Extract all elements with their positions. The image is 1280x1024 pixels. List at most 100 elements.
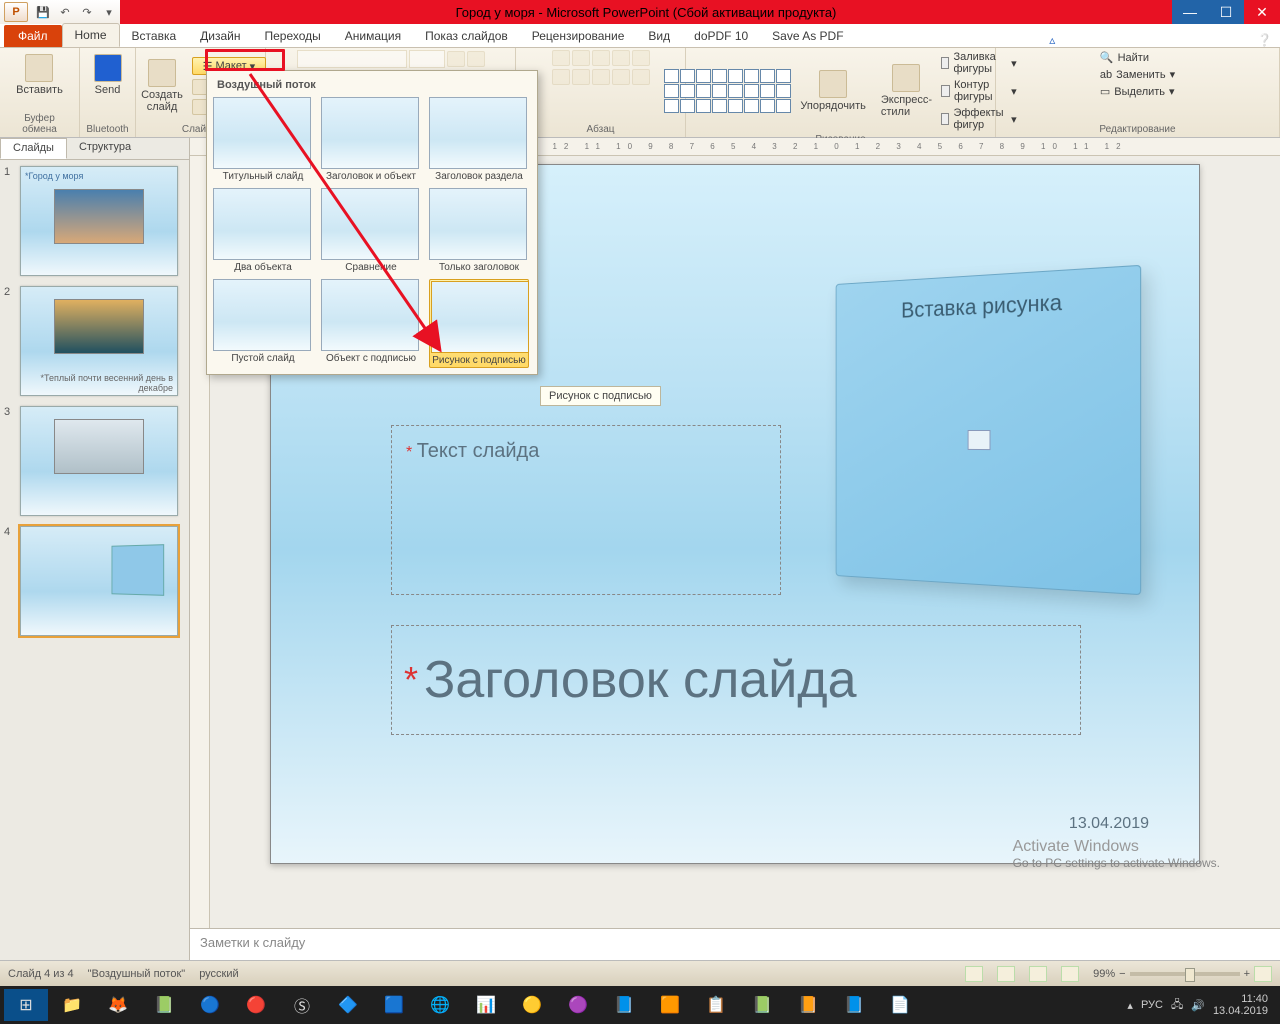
font-name-select[interactable] (297, 50, 407, 68)
layout-title-only[interactable]: Только заголовок (429, 188, 529, 273)
insert-picture-icon[interactable] (968, 430, 991, 450)
layout-two-content[interactable]: Два объекта (213, 188, 313, 273)
taskbar-app7-icon[interactable]: 📘 (602, 989, 646, 1021)
taskbar-app3-icon[interactable]: 🔷 (326, 989, 370, 1021)
notes-pane[interactable]: Заметки к слайду (190, 928, 1280, 960)
tray-volume-icon[interactable]: 🔊 (1191, 999, 1205, 1012)
view-reading-icon[interactable] (1029, 966, 1047, 982)
taskbar-explorer-icon[interactable]: 📁 (50, 989, 94, 1021)
tab-insert[interactable]: Вставка (120, 25, 189, 47)
taskbar-powerpoint-icon[interactable]: 📙 (786, 989, 830, 1021)
justify-icon[interactable] (612, 69, 630, 85)
save-icon[interactable]: 💾 (34, 3, 52, 21)
taskbar: ⊞ 📁 🦊 📗 🔵 🔴 Ⓢ 🔷 🟦 🌐 📊 🟡 🟣 📘 🟧 📋 📗 📙 📘 📄 … (0, 986, 1280, 1024)
tab-review[interactable]: Рецензирование (520, 25, 637, 47)
font-size-select[interactable] (409, 50, 445, 68)
tab-dopdf[interactable]: doPDF 10 (682, 25, 760, 47)
tray-clock[interactable]: 11:40 13.04.2019 (1213, 993, 1268, 1017)
help-icon[interactable]: ❔ (1249, 33, 1280, 47)
title-placeholder[interactable]: *Заголовок слайда (391, 625, 1081, 735)
layout-title-slide[interactable]: Титульный слайд (213, 97, 313, 182)
taskbar-skype-icon[interactable]: Ⓢ (280, 989, 324, 1021)
select-button[interactable]: ▭ Выделить ▾ (1100, 84, 1175, 99)
columns-icon[interactable] (632, 69, 650, 85)
thumb-4[interactable]: 4 (4, 526, 185, 636)
status-lang[interactable]: русский (199, 968, 238, 980)
qat-more-icon[interactable]: ▾ (100, 3, 118, 21)
body-placeholder[interactable]: * Текст слайда (391, 425, 781, 595)
bullets-icon[interactable] (552, 50, 570, 66)
linespacing-icon[interactable] (632, 50, 650, 66)
thumb-1[interactable]: 1*Город у моря (4, 166, 185, 276)
maximize-button[interactable]: ☐ (1208, 0, 1244, 24)
taskbar-viber-icon[interactable]: 🟣 (556, 989, 600, 1021)
view-slideshow-icon[interactable] (1061, 966, 1079, 982)
send-button[interactable]: Send (88, 50, 128, 100)
indent-inc-icon[interactable] (612, 50, 630, 66)
tab-view[interactable]: Вид (636, 25, 682, 47)
shrink-font-icon[interactable] (467, 51, 485, 67)
taskbar-chrome-icon[interactable]: 🟡 (510, 989, 554, 1021)
indent-dec-icon[interactable] (592, 50, 610, 66)
tab-outline[interactable]: Структура (67, 138, 143, 159)
view-normal-icon[interactable] (965, 966, 983, 982)
tab-home[interactable]: Home (62, 23, 120, 47)
layout-content-caption[interactable]: Объект с подписью (321, 279, 421, 368)
tray-lang[interactable]: РУС (1141, 999, 1163, 1011)
tab-saveaspdf[interactable]: Save As PDF (760, 25, 855, 47)
quick-styles-button[interactable]: Экспресс-стили (875, 60, 938, 122)
layout-section-header[interactable]: Заголовок раздела (429, 97, 529, 182)
ribbon-minimize-icon[interactable]: ▵ (1041, 33, 1063, 47)
redo-icon[interactable]: ↷ (78, 3, 96, 21)
picture-placeholder[interactable]: Вставка рисунка (836, 265, 1142, 595)
numbering-icon[interactable] (572, 50, 590, 66)
close-button[interactable]: ✕ (1244, 0, 1280, 24)
paste-button[interactable]: Вставить (10, 50, 69, 100)
thumb-3[interactable]: 3 (4, 406, 185, 516)
align-left-icon[interactable] (552, 69, 570, 85)
new-slide-button[interactable]: Создать слайд (135, 55, 189, 117)
tab-slideshow[interactable]: Показ слайдов (413, 25, 520, 47)
fit-to-window-icon[interactable] (1254, 966, 1272, 982)
tray-expand-icon[interactable]: ▴ (1127, 999, 1133, 1012)
taskbar-app6-icon[interactable]: 📊 (464, 989, 508, 1021)
taskbar-opera-icon[interactable]: 🔴 (234, 989, 278, 1021)
arrange-button[interactable]: Упорядочить (794, 66, 871, 116)
replace-button[interactable]: ab Заменить ▾ (1100, 67, 1175, 82)
tab-design[interactable]: Дизайн (188, 25, 252, 47)
tab-transitions[interactable]: Переходы (252, 25, 332, 47)
layout-picture-caption[interactable]: Рисунок с подписью (429, 279, 529, 368)
tray-network-icon[interactable]: 🖧 (1171, 996, 1183, 1015)
minimize-button[interactable]: — (1172, 0, 1208, 24)
shapes-gallery[interactable] (664, 69, 791, 113)
taskbar-app1-icon[interactable]: 📗 (142, 989, 186, 1021)
file-tab[interactable]: Файл (4, 25, 62, 47)
view-sorter-icon[interactable] (997, 966, 1015, 982)
tab-animation[interactable]: Анимация (333, 25, 413, 47)
taskbar-app5-icon[interactable]: 🌐 (418, 989, 462, 1021)
layout-title-content[interactable]: Заголовок и объект (321, 97, 421, 182)
taskbar-app10-icon[interactable]: 📄 (878, 989, 922, 1021)
find-button[interactable]: 🔍 Найти (1100, 50, 1175, 65)
align-center-icon[interactable] (572, 69, 590, 85)
zoom-slider[interactable] (1130, 972, 1240, 976)
thumb-2[interactable]: 2*Теплый почти весенний день в декабре (4, 286, 185, 396)
window-title: Город у моря - Microsoft PowerPoint (Сбо… (456, 5, 837, 20)
taskbar-firefox-icon[interactable]: 🦊 (96, 989, 140, 1021)
undo-icon[interactable]: ↶ (56, 3, 74, 21)
align-right-icon[interactable] (592, 69, 610, 85)
taskbar-app9-icon[interactable]: 📋 (694, 989, 738, 1021)
taskbar-word-icon[interactable]: 📘 (832, 989, 876, 1021)
taskbar-app8-icon[interactable]: 🟧 (648, 989, 692, 1021)
layout-comparison[interactable]: Сравнение (321, 188, 421, 273)
taskbar-excel-icon[interactable]: 📗 (740, 989, 784, 1021)
system-tray[interactable]: ▴ РУС 🖧 🔊 11:40 13.04.2019 (1127, 993, 1276, 1017)
zoom-out-icon[interactable]: − (1119, 968, 1125, 980)
taskbar-app4-icon[interactable]: 🟦 (372, 989, 416, 1021)
start-button[interactable]: ⊞ (4, 989, 48, 1021)
taskbar-app2-icon[interactable]: 🔵 (188, 989, 232, 1021)
grow-font-icon[interactable] (447, 51, 465, 67)
tab-slides[interactable]: Слайды (0, 138, 67, 159)
layout-blank[interactable]: Пустой слайд (213, 279, 313, 368)
zoom-in-icon[interactable]: + (1244, 968, 1250, 980)
